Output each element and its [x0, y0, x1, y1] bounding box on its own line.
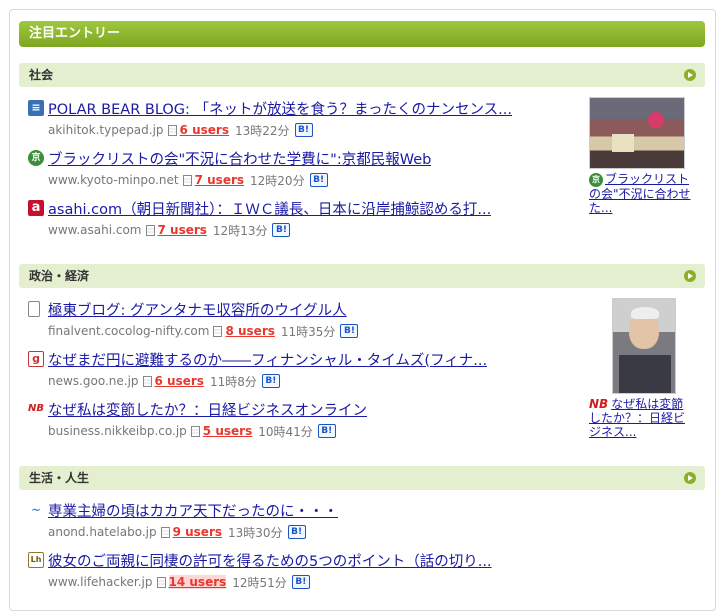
- users-count-link[interactable]: 5 users: [203, 424, 252, 438]
- more-arrow-icon[interactable]: [684, 472, 696, 484]
- entry-domain: news.goo.ne.jp: [48, 374, 139, 388]
- entry-time: 12時51分: [232, 575, 287, 590]
- section-header-life[interactable]: 生活・人生: [19, 466, 705, 490]
- portrait-photo[interactable]: [612, 298, 676, 394]
- document-icon: [142, 375, 152, 387]
- person-shape: [648, 112, 664, 128]
- speech-bubble-icon: ≡: [28, 100, 44, 116]
- entry-domain: www.kyoto-minpo.net: [48, 173, 179, 187]
- list-item: NB なぜ私は変節したか？：日経ビジネスオンライン business.nikke…: [28, 399, 588, 441]
- document-icon: [190, 425, 200, 437]
- entry-time: 12時13分: [212, 223, 268, 238]
- entry-title-link[interactable]: POLAR BEAR BLOG: 「ネットが放送を食う？まったくのナンセンス..…: [48, 98, 512, 119]
- users-count-link[interactable]: 14 users: [168, 575, 227, 589]
- section-header-politics-economy[interactable]: 政治・経済: [19, 264, 705, 288]
- entry-domain: finalvent.cocolog-nifty.com: [48, 324, 210, 338]
- entry-domain: www.lifehacker.jp: [48, 575, 153, 589]
- entry-domain: www.asahi.com: [48, 223, 142, 237]
- kyoto-minpo-icon: 京: [589, 172, 603, 187]
- entry-domain: business.nikkeibp.co.jp: [48, 424, 187, 438]
- placard-shape: [612, 134, 634, 152]
- entry-time: 13時22分: [234, 123, 290, 138]
- bookmark-button[interactable]: B!: [317, 424, 336, 438]
- entry-time: 10時41分: [258, 424, 313, 439]
- nikkei-business-icon: NB: [28, 403, 44, 414]
- users-count-link[interactable]: 7 users: [158, 223, 207, 237]
- protest-photo[interactable]: [589, 97, 685, 169]
- entry-domain: akihitok.typepad.jp: [48, 123, 164, 137]
- users-count-link[interactable]: 6 users: [180, 123, 229, 137]
- thumbnail-caption-link[interactable]: 京ブラックリストの会"不況に合わせた...: [589, 172, 695, 215]
- users-count-link[interactable]: 8 users: [225, 324, 274, 338]
- list-item: ≡ POLAR BEAR BLOG: 「ネットが放送を食う？まったくのナンセンス…: [28, 98, 588, 140]
- entry-title-link[interactable]: ブラックリストの会"不況に合わせた学費に":京都民報Web: [48, 148, 431, 169]
- document-icon: [160, 526, 170, 538]
- entry-title-link[interactable]: 専業主婦の頃はカカア天下だったのに・・・: [48, 500, 338, 521]
- entry-time: 12時20分: [250, 173, 305, 188]
- more-arrow-icon[interactable]: [684, 69, 696, 81]
- list-item: 京 ブラックリストの会"不況に合わせた学費に":京都民報Web www.kyot…: [28, 148, 588, 190]
- section-title: 政治・経済: [29, 269, 90, 283]
- more-arrow-icon[interactable]: [684, 270, 696, 282]
- hair-shape: [631, 307, 659, 319]
- document-icon: [145, 224, 155, 236]
- section-title: 社会: [29, 68, 54, 82]
- users-count-link[interactable]: 6 users: [155, 374, 204, 388]
- entry-title-link[interactable]: asahi.com（朝日新聞社）：ＩＷＣ議長、日本に沿岸捕鯨認める打...: [48, 198, 491, 219]
- users-count-link[interactable]: 9 users: [173, 525, 222, 539]
- thumbnail-caption-link[interactable]: NB なぜ私は変節したか？：日経ビジネス...: [589, 397, 695, 439]
- list-item: a asahi.com（朝日新聞社）：ＩＷＣ議長、日本に沿岸捕鯨認める打... …: [28, 198, 588, 240]
- document-icon: [156, 576, 166, 588]
- list-item: 極東ブログ: グアンタナモ収容所のウイグル人 finalvent.cocolog…: [28, 299, 588, 341]
- bookmark-button[interactable]: B!: [340, 324, 359, 338]
- bookmark-button[interactable]: B!: [272, 223, 291, 237]
- list-item: Lh 彼女のご両親に同棲の許可を得るための5つのポイント（話の切り... www…: [28, 550, 588, 592]
- section-header-society[interactable]: 社会: [19, 63, 705, 87]
- entry-title-link[interactable]: なぜ私は変節したか？：日経ビジネスオンライン: [48, 399, 367, 420]
- document-icon: [213, 325, 223, 337]
- featured-thumbnail[interactable]: 京ブラックリストの会"不況に合わせた...: [589, 97, 695, 215]
- bookmark-button[interactable]: B!: [309, 173, 328, 187]
- entry-title-link[interactable]: 極東ブログ: グアンタナモ収容所のウイグル人: [48, 299, 347, 320]
- lifehacker-icon: Lh: [28, 552, 44, 568]
- section-title: 生活・人生: [29, 471, 90, 485]
- list-item: ~ 専業主婦の頃はカカア天下だったのに・・・ anond.hatelabo.jp…: [28, 500, 588, 542]
- users-count-link[interactable]: 7 users: [195, 173, 244, 187]
- entry-time: 13時30分: [228, 525, 283, 540]
- entry-domain: anond.hatelabo.jp: [48, 525, 157, 539]
- nikkei-business-icon: NB: [589, 397, 609, 411]
- bookmark-button[interactable]: B!: [294, 123, 313, 137]
- document-icon: [182, 174, 192, 186]
- kyoto-minpo-icon: 京: [28, 150, 44, 166]
- document-icon: [167, 124, 177, 136]
- page-title: 注目エントリー: [19, 21, 705, 47]
- entry-time: 11時35分: [280, 324, 336, 339]
- asahi-icon: a: [28, 200, 44, 216]
- caption-text: ブラックリストの会"不況に合わせた...: [589, 172, 691, 215]
- entry-time: 11時8分: [209, 374, 257, 389]
- entry-title-link[interactable]: 彼女のご両親に同棲の許可を得るための5つのポイント（話の切り...: [48, 550, 492, 571]
- suit-shape: [619, 355, 671, 393]
- page-icon: [28, 301, 40, 317]
- bookmark-button[interactable]: B!: [261, 374, 280, 388]
- bookmark-button[interactable]: B!: [287, 525, 306, 539]
- entry-title-link[interactable]: なぜまだ円に避難するのか――フィナンシャル・タイムズ(フィナ...: [48, 349, 487, 370]
- featured-thumbnail[interactable]: NB なぜ私は変節したか？：日経ビジネス...: [589, 298, 695, 439]
- bookmark-button[interactable]: B!: [291, 575, 310, 589]
- goo-icon: g: [28, 351, 44, 367]
- hatena-anond-icon: ~: [30, 503, 42, 517]
- list-item: g なぜまだ円に避難するのか――フィナンシャル・タイムズ(フィナ... news…: [28, 349, 588, 391]
